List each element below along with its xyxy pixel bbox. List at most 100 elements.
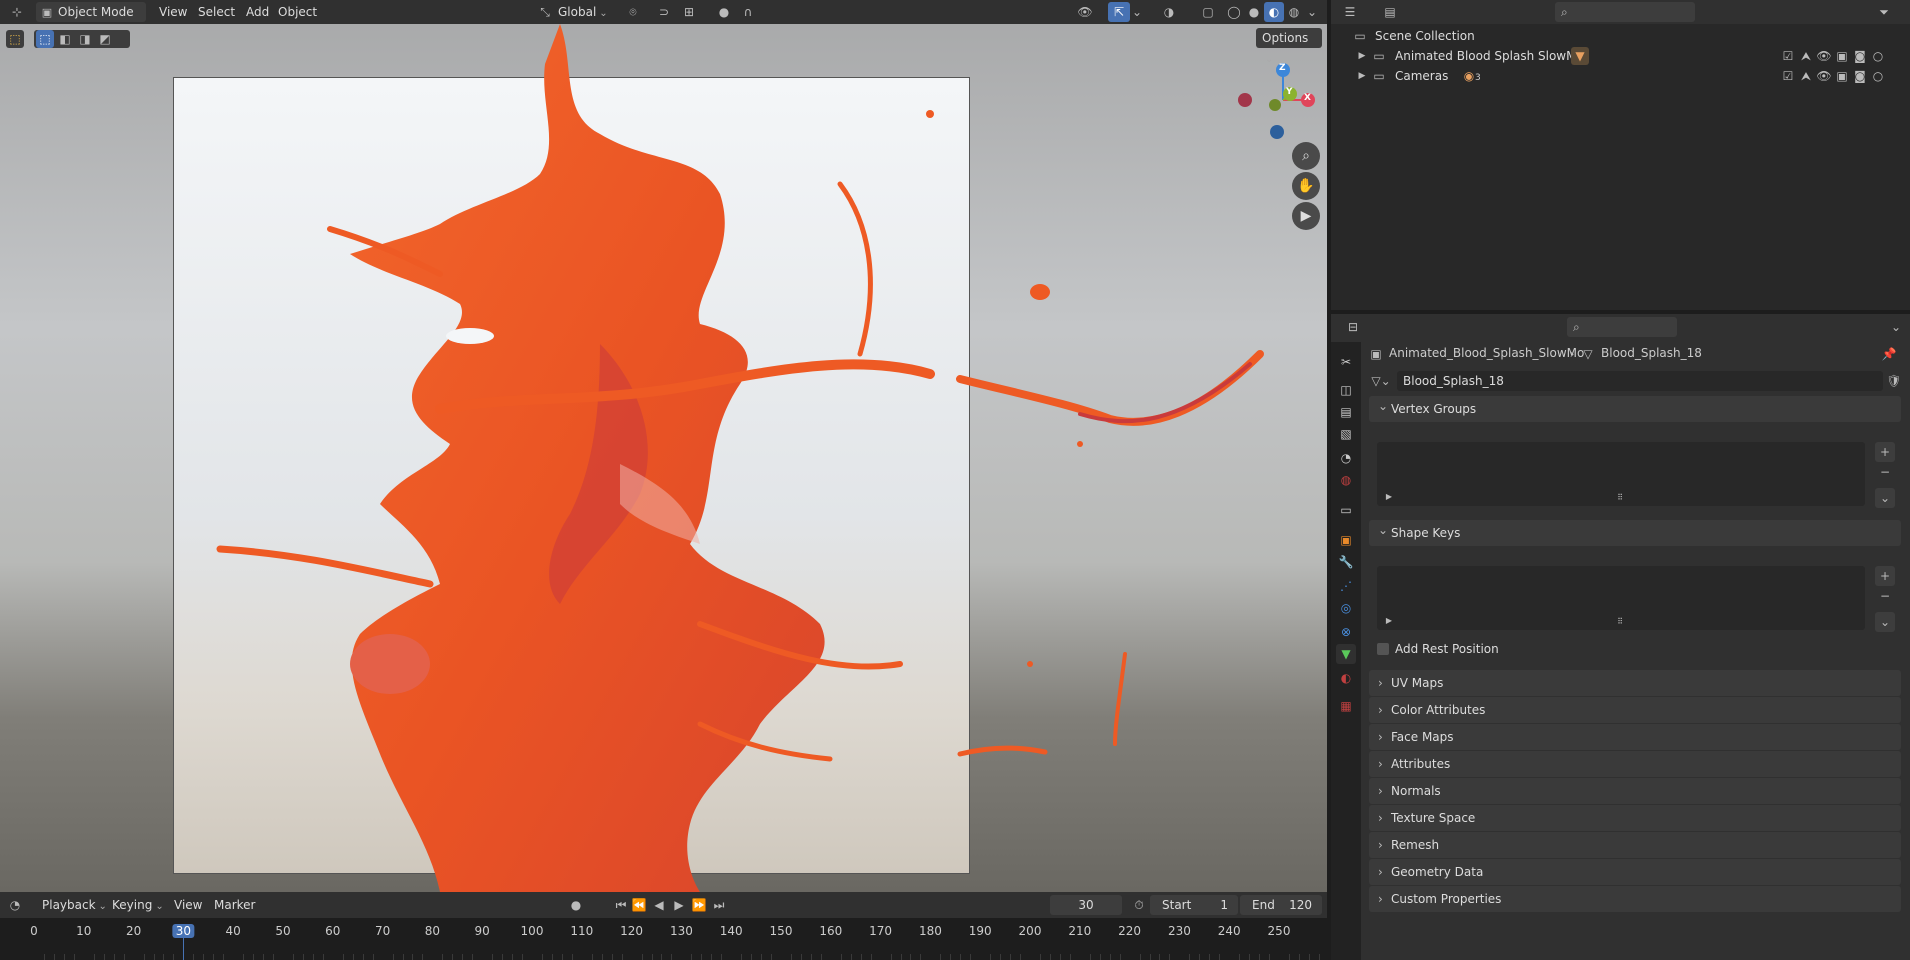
select-arrow-icon[interactable]: ⮝ — [1799, 48, 1813, 64]
expand-list-icon[interactable]: ▶ — [1383, 490, 1395, 502]
display-mode-icon[interactable]: ▤ — [1375, 2, 1405, 22]
menu-marker[interactable]: Marker — [210, 893, 259, 917]
current-frame-field[interactable]: 30 — [1050, 895, 1122, 915]
transform-orientation[interactable]: Global — [554, 0, 612, 24]
record-icon[interactable]: ● — [566, 895, 586, 915]
panel-face-maps[interactable]: Face Maps — [1369, 724, 1901, 750]
navigation-gizmo[interactable] — [0, 24, 1327, 892]
add-shape-key-icon[interactable]: + — [1875, 566, 1895, 586]
particles-tab-icon[interactable]: ⋰ — [1336, 576, 1356, 596]
outliner-row-animated[interactable]: ▶ ▭ Animated Blood Splash SlowMo ▼ ☑ ⮝ 👁… — [1331, 46, 1910, 66]
stopwatch-icon[interactable]: ⏱ — [1130, 895, 1148, 915]
play-icon[interactable]: ▶ — [670, 895, 688, 915]
shading-dropdown-icon[interactable]: ⌄ — [1304, 2, 1320, 22]
editor-type-icon[interactable]: ⊹ — [4, 2, 30, 22]
exclude-checkbox[interactable]: ☑ — [1781, 68, 1795, 84]
shading-material-icon[interactable]: ◐ — [1264, 2, 1284, 22]
holdout-icon[interactable]: ○ — [1871, 68, 1885, 84]
constraints-tab-icon[interactable]: ⊗ — [1336, 622, 1356, 642]
datablock-name-field[interactable]: Blood_Splash_18 — [1397, 371, 1883, 391]
menu-keying[interactable]: Keying — [108, 893, 168, 917]
start-frame-field[interactable]: Start 1 — [1150, 895, 1238, 915]
view-layer-tab-icon[interactable]: ▧ — [1336, 424, 1356, 444]
pivot-icon[interactable]: ⌾ — [620, 2, 646, 22]
vertex-group-menu-icon[interactable]: ⌄ — [1875, 488, 1895, 508]
properties-menu-icon[interactable]: ⌄ — [1887, 317, 1905, 337]
outliner-search-input[interactable]: ⌕ — [1555, 2, 1695, 22]
menu-object[interactable]: Object — [274, 0, 321, 24]
remove-vertex-group-icon[interactable]: − — [1875, 464, 1895, 480]
eye-icon[interactable]: 👁 — [1816, 48, 1831, 64]
panel-vertex-groups[interactable]: Vertex Groups — [1369, 393, 1901, 422]
next-keyframe-icon[interactable]: ⏩ — [690, 895, 708, 915]
viewport-3d[interactable]: ⬚ ⬚ ◧ ◨ ◩ Options Z X Y ⌕ ✋ ▶ — [0, 24, 1327, 892]
object-tab-icon[interactable]: ▣ — [1336, 530, 1356, 550]
xray-icon[interactable]: ▢ — [1198, 2, 1218, 22]
render-camera-icon[interactable]: ◙ — [1853, 68, 1867, 84]
gizmo-toggle-icon[interactable]: ⇱ — [1108, 2, 1130, 22]
shading-wire-icon[interactable]: ◯ — [1224, 2, 1244, 22]
menu-playback[interactable]: Playback — [38, 893, 111, 917]
pan-hand-icon[interactable]: ✋ — [1292, 172, 1320, 200]
scene-tab-icon[interactable]: ◔ — [1336, 448, 1356, 468]
list-resize-handle[interactable]: ⠿ — [1613, 616, 1627, 626]
panel-color-attributes[interactable]: Color Attributes — [1369, 697, 1901, 723]
gizmo-dropdown-icon[interactable]: ⌄ — [1130, 2, 1144, 22]
panel-shape-keys[interactable]: Shape Keys — [1369, 517, 1901, 546]
physics-tab-icon[interactable]: ◎ — [1336, 598, 1356, 618]
panel-normals[interactable]: Normals — [1369, 778, 1901, 804]
monitor-icon[interactable]: ▣ — [1835, 48, 1849, 64]
panel-texture-space[interactable]: Texture Space — [1369, 805, 1901, 831]
expand-list-icon[interactable]: ▶ — [1383, 614, 1395, 626]
outliner-editor-icon[interactable]: ☰ — [1337, 2, 1363, 22]
end-frame-field[interactable]: End 120 — [1240, 895, 1322, 915]
properties-search-input[interactable]: ⌕ — [1567, 317, 1677, 337]
panel-remesh[interactable]: Remesh — [1369, 832, 1901, 858]
panel-geometry-data[interactable]: Geometry Data — [1369, 859, 1901, 885]
camera-view-icon[interactable]: ▶ — [1292, 202, 1320, 230]
shape-key-menu-icon[interactable]: ⌄ — [1875, 612, 1895, 632]
current-frame-indicator[interactable]: 30 — [172, 924, 195, 938]
collection-tab-icon[interactable]: ▭ — [1336, 500, 1356, 520]
proportional-edit-icon[interactable]: ● — [714, 2, 734, 22]
overlay-icon[interactable]: ◑ — [1154, 2, 1184, 22]
texture-tab-icon[interactable]: ▦ — [1336, 696, 1356, 716]
add-rest-checkbox[interactable] — [1377, 643, 1389, 655]
falloff-icon[interactable]: ∩ — [736, 2, 760, 22]
world-tab-icon[interactable]: ◍ — [1336, 470, 1356, 490]
snap-target-icon[interactable]: ⊞ — [676, 2, 702, 22]
play-reverse-icon[interactable]: ◀ — [650, 895, 668, 915]
select-arrow-icon[interactable]: ⮝ — [1799, 68, 1813, 84]
modifier-tab-icon[interactable]: 🔧 — [1336, 552, 1356, 572]
add-vertex-group-icon[interactable]: + — [1875, 442, 1895, 462]
list-resize-handle[interactable]: ⠿ — [1613, 492, 1627, 502]
expand-arrow-icon[interactable]: ▶ — [1357, 68, 1367, 84]
snap-icon[interactable]: ⊃ — [654, 2, 674, 22]
menu-view[interactable]: View — [155, 0, 191, 24]
material-tab-icon[interactable]: ◐ — [1336, 668, 1356, 688]
holdout-icon[interactable]: ○ — [1871, 48, 1885, 64]
properties-editor-icon[interactable]: ⊟ — [1339, 317, 1367, 337]
exclude-checkbox[interactable]: ☑ — [1781, 48, 1795, 64]
outliner-row-cameras[interactable]: ▶ ▭ Cameras ◉ 3 ☑ ⮝ 👁 ▣ ◙ ○ — [1331, 66, 1910, 86]
jump-start-icon[interactable]: ⏮ — [612, 895, 630, 915]
eye-icon[interactable]: 👁 — [1816, 68, 1831, 84]
add-rest-position-row[interactable]: Add Rest Position — [1377, 640, 1677, 658]
shading-rendered-icon[interactable]: ◍ — [1284, 2, 1304, 22]
panel-attributes[interactable]: Attributes — [1369, 751, 1901, 777]
filter-icon[interactable]: ⏷ — [1869, 2, 1899, 22]
timeline-editor-icon[interactable]: ◔ — [2, 895, 28, 915]
fake-user-icon[interactable]: 🛡 — [1885, 372, 1903, 390]
tool-tab-icon[interactable]: ✂ — [1336, 352, 1356, 372]
jump-end-icon[interactable]: ⏭ — [710, 895, 728, 915]
remove-shape-key-icon[interactable]: − — [1875, 588, 1895, 604]
pin-icon[interactable]: 📌 — [1881, 346, 1897, 362]
menu-select[interactable]: Select — [194, 0, 239, 24]
scene-collection-row[interactable]: ▭ Scene Collection — [1331, 26, 1910, 46]
panel-uv-maps[interactable]: UV Maps — [1369, 670, 1901, 696]
prev-keyframe-icon[interactable]: ⏪ — [630, 895, 648, 915]
menu-add[interactable]: Add — [242, 0, 273, 24]
zoom-icon[interactable]: ⌕ — [1292, 142, 1320, 170]
shading-solid-icon[interactable]: ● — [1244, 2, 1264, 22]
expand-arrow-icon[interactable]: ▶ — [1357, 48, 1367, 64]
